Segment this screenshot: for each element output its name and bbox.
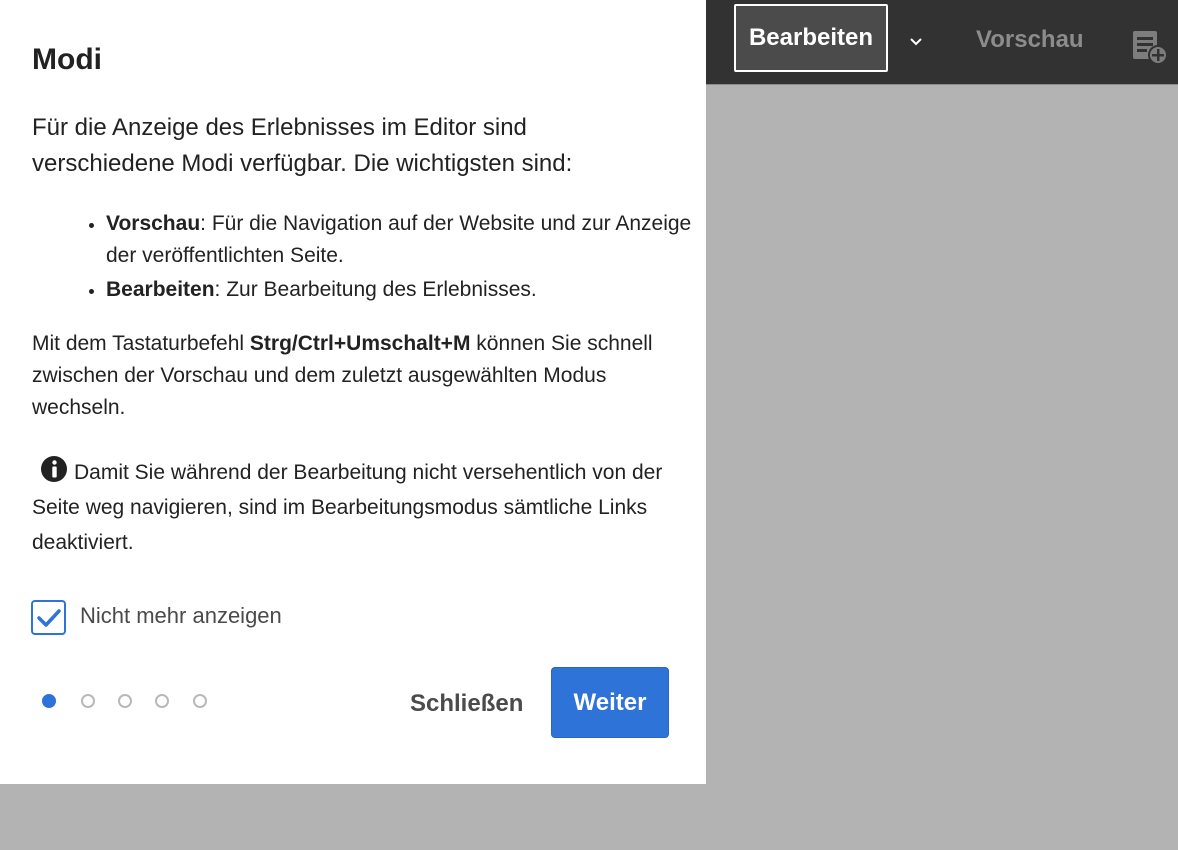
info-icon	[40, 455, 68, 483]
mode-name: Vorschau	[106, 212, 201, 235]
dont-show-again-checkbox[interactable]	[31, 600, 66, 635]
dialog-intro: Für die Anzeige des Erlebnisses im Edito…	[32, 114, 573, 177]
mode-description: : Zur Bearbeitung des Erlebnisses.	[214, 278, 537, 301]
pager-dot-2[interactable]	[81, 694, 95, 708]
info-note: Damit Sie während der Bearbeitung nicht …	[32, 455, 682, 560]
pager-dot-1[interactable]	[42, 694, 56, 708]
next-button[interactable]: Weiter	[551, 667, 669, 738]
info-note-text: Damit Sie während der Bearbeitung nicht …	[32, 461, 663, 554]
onboarding-dialog: Modi Für die Anzeige des Erlebnisses im …	[0, 0, 706, 784]
shortcut-text: Mit dem Tastaturbefehl Strg/Ctrl+Umschal…	[32, 328, 682, 424]
dont-show-again-label[interactable]: Nicht mehr anzeigen	[80, 603, 282, 629]
mode-selector-button[interactable]: Bearbeiten	[734, 4, 888, 72]
close-button[interactable]: Schließen	[410, 684, 523, 724]
annotation-add-icon[interactable]	[1131, 28, 1169, 66]
pager-dot-3[interactable]	[118, 694, 132, 708]
mode-name: Bearbeiten	[106, 278, 215, 301]
dialog-title: Modi	[32, 43, 102, 76]
list-item: Bearbeiten: Zur Bearbeitung des Erlebnis…	[106, 274, 706, 306]
preview-button[interactable]: Vorschau	[976, 26, 1084, 54]
pager-dot-5[interactable]	[193, 694, 207, 708]
shortcut-before: Mit dem Tastaturbefehl	[32, 332, 250, 355]
modes-list: Vorschau: Für die Navigation auf der Web…	[60, 208, 706, 308]
checkmark-icon	[36, 608, 61, 627]
list-item: Vorschau: Für die Navigation auf der Web…	[106, 208, 706, 272]
shortcut-keys: Strg/Ctrl+Umschalt+M	[249, 332, 471, 355]
pager-dot-4[interactable]	[155, 694, 169, 708]
mode-selector-label: Bearbeiten	[748, 24, 874, 51]
chevron-down-icon[interactable]	[904, 30, 928, 54]
